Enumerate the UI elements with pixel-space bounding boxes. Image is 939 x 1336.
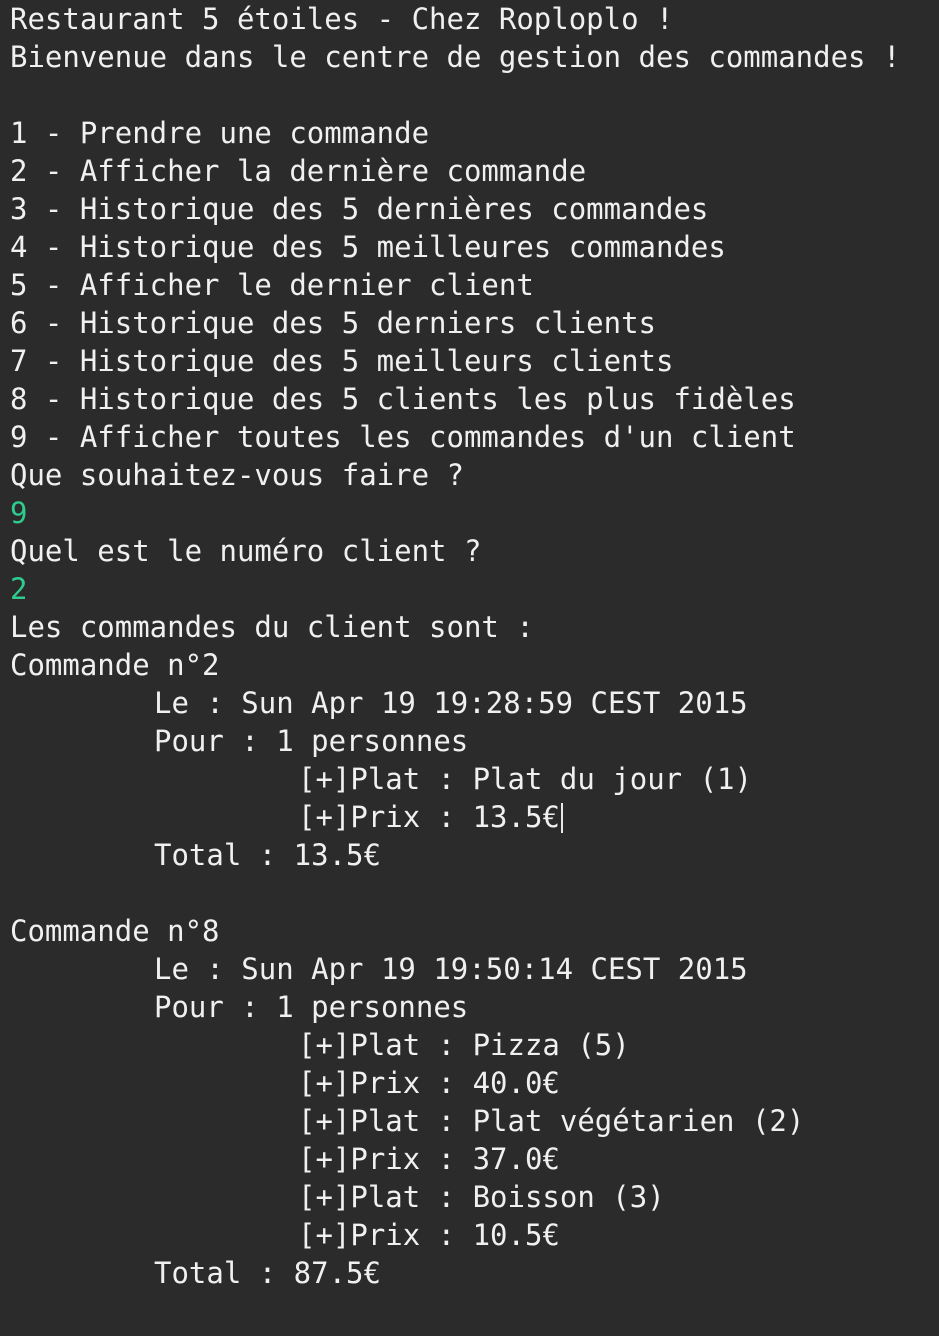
menu-item-5: 5 - Afficher le dernier client — [10, 268, 534, 302]
menu-item-4: 4 - Historique des 5 meilleures commande… — [10, 230, 726, 264]
action-input: 9 — [10, 496, 28, 530]
text-cursor — [560, 803, 563, 833]
order-item: [+]Prix : 13.5€ — [298, 800, 560, 834]
menu-item-6: 6 - Historique des 5 derniers clients — [10, 306, 657, 340]
menu-item-1: 1 - Prendre une commande — [10, 116, 430, 150]
menu-item-3: 3 - Historique des 5 dernières commandes — [10, 192, 709, 226]
order-date: Le : Sun Apr 19 19:50:14 CEST 2015 — [154, 952, 748, 986]
order-people: Pour : 1 personnes — [154, 724, 469, 758]
welcome-message: Bienvenue dans le centre de gestion des … — [10, 40, 901, 74]
order-title: Commande n°2 — [10, 648, 220, 682]
menu-item-8: 8 - Historique des 5 clients les plus fi… — [10, 382, 796, 416]
order-date: Le : Sun Apr 19 19:28:59 CEST 2015 — [154, 686, 748, 720]
order-item: [+]Plat : Pizza (5) — [298, 1028, 630, 1062]
order-total: Total : 13.5€ — [154, 838, 381, 872]
order-title: Commande n°8 — [10, 914, 220, 948]
menu-item-7: 7 - Historique des 5 meilleurs clients — [10, 344, 674, 378]
result-heading: Les commandes du client sont : — [10, 610, 534, 644]
order-item: [+]Prix : 40.0€ — [298, 1066, 560, 1100]
order-item-with-caret: [+]Prix : 13.5€ — [10, 798, 939, 836]
order-item: [+]Plat : Boisson (3) — [298, 1180, 665, 1214]
menu-item-9: 9 - Afficher toutes les commandes d'un c… — [10, 420, 796, 454]
order-item: [+]Plat : Plat du jour (1) — [298, 762, 752, 796]
order-item: [+]Prix : 37.0€ — [298, 1142, 560, 1176]
order-people: Pour : 1 personnes — [154, 990, 469, 1024]
console-window[interactable]: Restaurant 5 étoiles - Chez Roploplo ! B… — [0, 0, 939, 1336]
menu-item-2: 2 - Afficher la dernière commande — [10, 154, 587, 188]
order-total: Total : 87.5€ — [154, 1256, 381, 1290]
restaurant-title: Restaurant 5 étoiles - Chez Roploplo ! — [10, 2, 674, 36]
order-item: [+]Plat : Plat végétarien (2) — [298, 1104, 805, 1138]
order-item: [+]Prix : 10.5€ — [298, 1218, 560, 1252]
client-number-prompt: Quel est le numéro client ? — [10, 534, 482, 568]
action-prompt: Que souhaitez-vous faire ? — [10, 458, 464, 492]
client-number-input: 2 — [10, 572, 28, 606]
